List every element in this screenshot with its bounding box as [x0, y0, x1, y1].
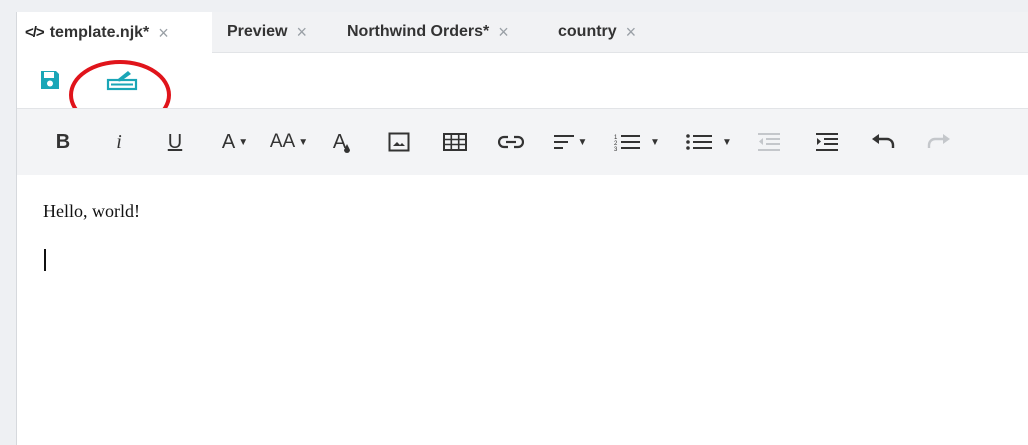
bullet-list-button[interactable]: ▼ — [681, 109, 737, 175]
ink-drop-icon — [344, 144, 351, 153]
redo-icon — [927, 134, 950, 148]
close-icon[interactable]: × — [296, 23, 307, 41]
save-button[interactable] — [33, 65, 67, 95]
insert-link-button[interactable] — [495, 109, 527, 175]
tab-country[interactable]: country × — [550, 12, 644, 52]
close-icon[interactable]: × — [158, 24, 169, 42]
chevron-down-icon: ▼ — [298, 136, 309, 148]
tab-strip: </> template.njk* × Preview × Northwind … — [17, 12, 1028, 53]
insert-image-button[interactable] — [383, 109, 415, 175]
align-left-icon — [553, 135, 574, 149]
indent-button[interactable] — [811, 109, 843, 175]
insert-table-button[interactable] — [439, 109, 471, 175]
redo-button[interactable] — [923, 109, 955, 175]
close-icon[interactable]: × — [498, 23, 509, 41]
underline-button[interactable]: U — [159, 109, 191, 175]
tab-northwind-orders[interactable]: Northwind Orders* × — [339, 12, 517, 52]
chevron-down-icon: ▼ — [577, 136, 588, 148]
svg-text:3: 3 — [614, 147, 618, 151]
font-color-button[interactable]: A ▼ — [213, 109, 257, 175]
highlight-button[interactable]: A — [327, 109, 357, 175]
link-icon — [498, 135, 524, 149]
outdent-button[interactable] — [753, 109, 785, 175]
outdent-icon — [758, 133, 780, 151]
chevron-down-icon: ▼ — [238, 136, 249, 148]
bullet-list-icon — [686, 134, 713, 150]
editor-window: </> template.njk* × Preview × Northwind … — [16, 12, 1028, 445]
numbered-list-button[interactable]: 1 2 3 ▼ — [609, 109, 665, 175]
formatting-toolbar: B i U A ▼ AA ▼ A ▼ 1 2 3 ▼ ▼ — [17, 108, 1028, 176]
text-cursor — [44, 249, 46, 271]
tab-preview[interactable]: Preview × — [219, 12, 315, 52]
table-icon — [443, 133, 467, 151]
font-size-icon: AA — [269, 131, 296, 152]
numbered-list-icon: 1 2 3 — [614, 135, 641, 151]
undo-icon — [872, 134, 895, 148]
tab-label: template.njk* — [49, 23, 150, 41]
italic-button[interactable]: i — [103, 109, 135, 175]
tab-label: country — [558, 23, 617, 40]
image-icon — [388, 132, 410, 152]
bold-button[interactable]: B — [47, 109, 79, 175]
tab-template[interactable]: </> template.njk* × — [17, 12, 212, 53]
chevron-down-icon: ▼ — [722, 136, 732, 148]
save-icon — [41, 71, 59, 89]
undo-button[interactable] — [867, 109, 899, 175]
tab-label: Preview — [227, 23, 288, 40]
font-size-button[interactable]: AA ▼ — [265, 109, 313, 175]
editor-text: Hello, world! — [43, 201, 140, 221]
editor-content[interactable]: Hello, world! — [17, 175, 1028, 445]
chevron-down-icon: ▼ — [650, 136, 660, 148]
align-button[interactable]: ▼ — [547, 109, 593, 175]
code-icon: </> — [25, 24, 45, 41]
close-icon[interactable]: × — [626, 23, 637, 41]
indent-icon — [816, 133, 838, 151]
font-color-icon: A — [221, 130, 236, 153]
tab-label: Northwind Orders* — [347, 23, 490, 40]
